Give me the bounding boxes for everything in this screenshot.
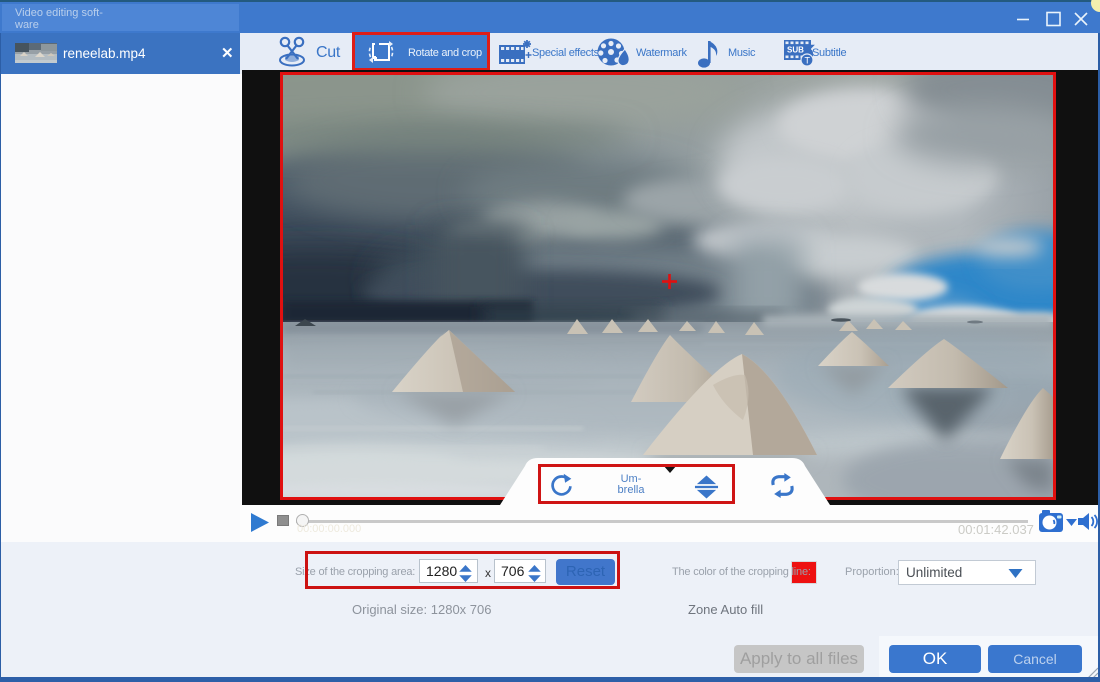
svg-text:SUB: SUB: [787, 46, 804, 55]
svg-text:T: T: [805, 56, 811, 66]
